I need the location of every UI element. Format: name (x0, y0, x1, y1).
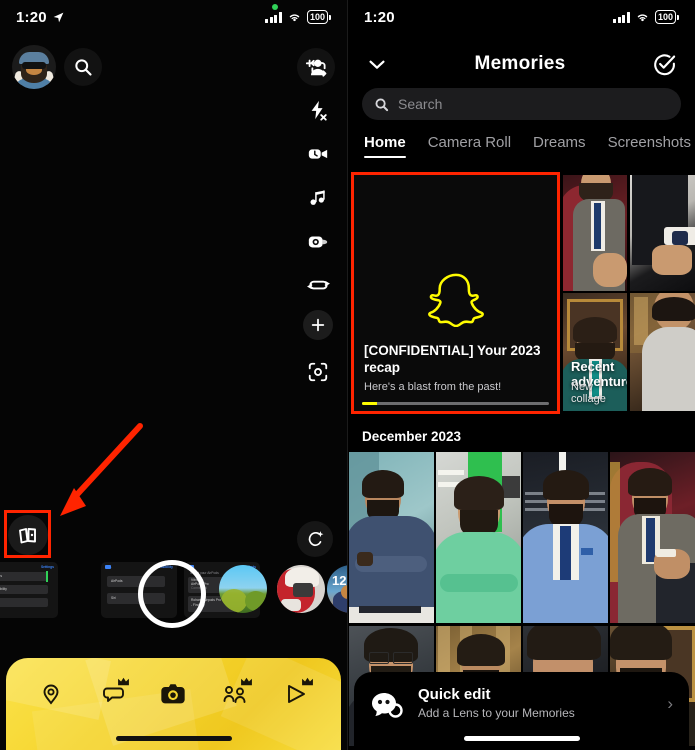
chevron-right-icon[interactable]: › (667, 694, 673, 714)
camera-tool-rail (297, 44, 339, 394)
signal-icon (265, 11, 282, 23)
collage-tile-sub: New collage (571, 381, 606, 405)
recording-indicator-dot (272, 4, 278, 10)
lens-explore-icon[interactable] (297, 521, 333, 557)
mirror-icon[interactable] (297, 264, 339, 308)
tab-dreams[interactable]: Dreams (533, 134, 586, 158)
status-indicators: 100 (265, 10, 331, 24)
dual-phone-screenshot: 1:20 100 Settings s ibility Accessibilit… (0, 0, 695, 750)
nav-items (6, 672, 341, 716)
quick-edit-subtitle: Add a Lens to your Memories (418, 706, 575, 720)
shutter-button[interactable] (138, 560, 206, 628)
nav-chat[interactable] (92, 677, 132, 711)
quick-edit-text: Quick edit Add a Lens to your Memories (418, 686, 653, 720)
check-circle-icon[interactable] (652, 52, 677, 77)
night-mode-icon[interactable] (297, 220, 339, 264)
annotation-arrow (60, 423, 143, 516)
nav-map[interactable] (31, 677, 71, 711)
status-time-group: 1:20 (16, 9, 65, 26)
camera-top-bar (0, 44, 347, 90)
memory-tile[interactable] (563, 175, 627, 291)
nav-stories[interactable] (276, 677, 316, 711)
memories-tabs: Home Camera Roll Dreams Screenshots St (348, 134, 695, 164)
crown-badge-icon (302, 677, 314, 686)
status-time: 1:20 (364, 8, 395, 26)
status-indicators: 100 (613, 10, 679, 24)
music-icon[interactable] (297, 176, 339, 220)
bottom-navbar (6, 658, 341, 750)
home-indicator (115, 736, 232, 741)
collage-tile[interactable]: Recent adventures New collage (563, 293, 627, 411)
location-arrow-icon (53, 12, 64, 22)
status-bar-right: 1:20 100 (348, 0, 695, 34)
battery-nub-icon (677, 14, 679, 20)
list-item[interactable] (219, 565, 267, 613)
video-timer-icon[interactable] (297, 132, 339, 176)
memories-panel: 1:20 100 Memories Search Home Camera Rol… (347, 0, 695, 750)
avatar[interactable] (12, 45, 56, 89)
flip-camera-icon[interactable] (297, 44, 339, 88)
photo-cell[interactable] (523, 452, 608, 623)
lens-face-icon (370, 688, 404, 722)
nav-friends[interactable] (215, 677, 255, 711)
battery-nub-icon (329, 14, 331, 20)
list-item[interactable]: 9:41Settings Features Accessibility (0, 562, 58, 618)
memories-header: Memories (348, 40, 695, 88)
list-item[interactable]: 12:3 (327, 565, 347, 613)
search-icon (375, 98, 389, 111)
battery-level: 100 (654, 10, 676, 24)
page-title: Memories (474, 53, 566, 74)
wifi-icon (637, 14, 648, 22)
camera-panel: 1:20 100 Settings s ibility Accessibilit… (0, 0, 347, 750)
crown-badge-icon (118, 677, 129, 686)
scan-icon[interactable] (297, 350, 339, 394)
crown-badge-icon (240, 677, 252, 686)
battery-level: 100 (306, 10, 328, 24)
status-bar-left: 1:20 100 (0, 0, 347, 34)
nav-camera[interactable] (153, 677, 193, 711)
tab-camera-roll[interactable]: Camera Roll (428, 134, 511, 158)
search-input[interactable]: Search (362, 88, 681, 120)
status-time: 1:20 (16, 8, 47, 26)
tab-home[interactable]: Home (364, 134, 406, 158)
memory-tile[interactable] (630, 175, 695, 291)
chevron-down-icon[interactable] (366, 53, 388, 75)
featured-card-highlight (351, 172, 560, 414)
signal-icon (613, 11, 630, 23)
quick-edit-title: Quick edit (418, 686, 491, 703)
memories-content: [CONFIDENTIAL] Your 2023 recap Here's a … (348, 170, 695, 750)
flash-off-icon[interactable] (297, 88, 339, 132)
wifi-icon (289, 14, 300, 22)
home-indicator (463, 736, 580, 741)
photo-cell[interactable] (610, 452, 695, 623)
more-tools-plus-icon[interactable] (303, 310, 333, 340)
photo-cell[interactable] (436, 452, 521, 623)
search-icon[interactable] (64, 48, 102, 86)
section-header: December 2023 (362, 428, 462, 444)
photo-cell[interactable] (349, 452, 434, 623)
memory-tile[interactable] (630, 293, 695, 411)
list-item[interactable] (277, 565, 325, 613)
search-placeholder: Search (398, 96, 443, 112)
quick-edit-sheet[interactable]: Quick edit Add a Lens to your Memories › (354, 672, 689, 750)
tab-screenshots[interactable]: Screenshots (608, 134, 691, 158)
